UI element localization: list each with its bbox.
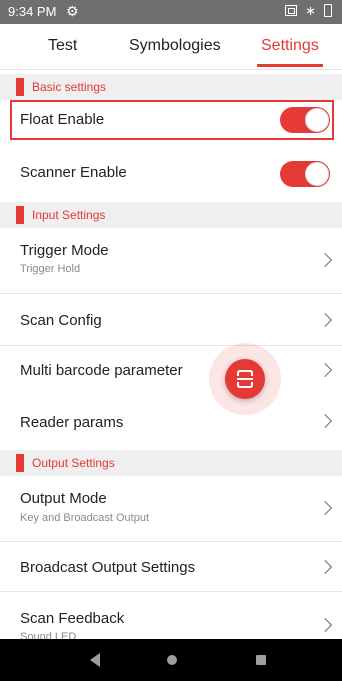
active-tab-indicator — [257, 64, 323, 67]
section-marker — [16, 206, 24, 224]
chevron-right-icon — [317, 500, 333, 516]
chevron-right-icon — [317, 617, 333, 633]
row-reader-params[interactable]: Reader params — [0, 396, 342, 444]
row-label: Reader params — [20, 414, 124, 431]
bluetooth-icon: ∗ — [305, 3, 316, 18]
toggle-knob — [305, 162, 329, 186]
row-sublabel: Trigger Hold — [20, 263, 81, 275]
battery-icon — [324, 4, 332, 17]
section-header-basic: Basic settings — [0, 74, 342, 100]
scanner-enable-toggle[interactable] — [280, 161, 330, 187]
row-label: Output Mode — [20, 490, 107, 507]
row-label: Broadcast Output Settings — [20, 559, 196, 576]
row-label: Scan Feedback — [20, 610, 125, 627]
row-scanner-enable[interactable]: Scanner Enable — [0, 149, 342, 199]
float-enable-toggle[interactable] — [280, 107, 330, 133]
row-label: Float Enable — [20, 111, 105, 128]
status-icons: ∗ — [285, 4, 332, 17]
chevron-right-icon — [317, 413, 333, 429]
row-broadcast-output-settings[interactable]: Broadcast Output Settings — [0, 542, 342, 592]
settings-gear-icon: ⚙ — [66, 3, 79, 19]
chevron-right-icon — [317, 312, 333, 328]
recents-icon[interactable] — [256, 655, 266, 665]
row-output-mode[interactable]: Output Mode Key and Broadcast Output — [0, 476, 342, 542]
scan-icon — [237, 370, 253, 388]
section-title: Input Settings — [32, 208, 106, 222]
section-header-input: Input Settings — [0, 202, 342, 228]
section-marker — [16, 454, 24, 472]
row-label: Scan Config — [20, 312, 102, 329]
row-label: Multi barcode parameter — [20, 362, 183, 379]
row-float-enable[interactable]: Float Enable — [0, 100, 342, 140]
row-scan-config[interactable]: Scan Config — [0, 294, 342, 346]
row-trigger-mode[interactable]: Trigger Mode Trigger Hold — [0, 228, 342, 294]
tab-bar: Test Symbologies Settings — [0, 24, 342, 70]
section-marker — [16, 78, 24, 96]
status-time: 9:34 PM — [8, 4, 57, 19]
row-multi-barcode-parameter[interactable]: Multi barcode parameter — [0, 346, 342, 396]
chevron-right-icon — [317, 559, 333, 575]
screenshot-icon — [285, 5, 298, 16]
floating-scan-button[interactable] — [225, 359, 265, 399]
tab-settings[interactable]: Settings — [261, 37, 319, 55]
row-sublabel: Sound LED — [20, 631, 77, 639]
row-scan-feedback[interactable]: Scan Feedback Sound LED — [0, 592, 342, 639]
section-title: Basic settings — [32, 80, 107, 94]
row-label: Trigger Mode — [20, 242, 109, 259]
chevron-right-icon — [317, 252, 333, 268]
toggle-knob — [305, 108, 329, 132]
tab-symbologies[interactable]: Symbologies — [129, 37, 221, 55]
navigation-bar — [0, 639, 342, 681]
row-sublabel: Key and Broadcast Output — [20, 512, 150, 524]
row-label: Scanner Enable — [20, 164, 127, 181]
chevron-right-icon — [317, 362, 333, 378]
tab-test[interactable]: Test — [48, 37, 77, 55]
section-title: Output Settings — [32, 456, 115, 470]
section-header-output: Output Settings — [0, 450, 342, 476]
status-bar: 9:34 PM ⚙ ∗ — [0, 0, 342, 24]
back-icon[interactable] — [90, 653, 100, 667]
home-icon[interactable] — [167, 655, 177, 665]
